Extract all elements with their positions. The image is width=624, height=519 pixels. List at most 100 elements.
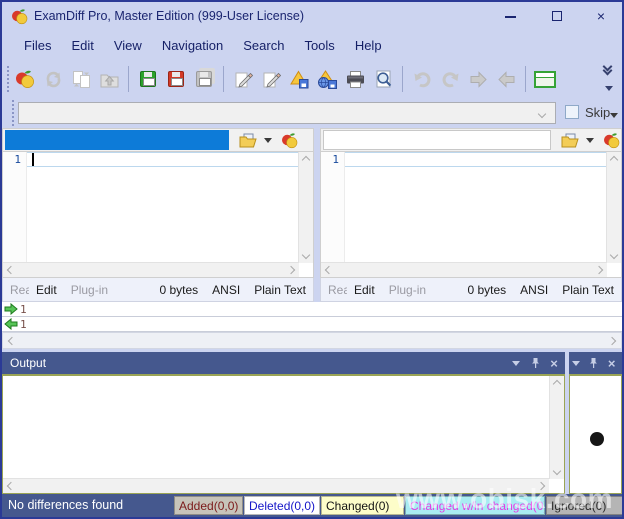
undo-icon[interactable]: [409, 65, 435, 93]
left-readonly-indicator[interactable]: Read: [3, 283, 29, 297]
menu-search[interactable]: Search: [233, 34, 294, 57]
skip-checkbox[interactable]: [565, 105, 579, 119]
right-plugin-indicator[interactable]: Plug-in: [382, 283, 433, 297]
menu-navigation[interactable]: Navigation: [152, 34, 233, 57]
redo-icon[interactable]: [437, 65, 463, 93]
right-encoding: ANSI: [513, 283, 555, 297]
right-recent-files-caret-icon[interactable]: [586, 138, 594, 143]
menu-files[interactable]: Files: [14, 34, 61, 57]
right-horizontal-scrollbar[interactable]: [321, 262, 607, 277]
edit-first-file-icon[interactable]: [230, 65, 256, 93]
combobox-dropdown-icon[interactable]: [538, 110, 546, 118]
inspector-horizontal-scrollbar[interactable]: [2, 332, 622, 349]
compare-bar-grip[interactable]: [12, 100, 16, 126]
right-current-line: [345, 152, 607, 167]
overview-position-dot: [590, 432, 604, 446]
skip-label: Skip: [585, 102, 610, 124]
left-vertical-scrollbar[interactable]: [298, 152, 313, 263]
menu-view[interactable]: View: [104, 34, 152, 57]
left-pane-header: [2, 128, 314, 152]
changed-count-badge: Changed(0): [321, 496, 404, 515]
menu-help[interactable]: Help: [345, 34, 392, 57]
copy-right-arrow-icon[interactable]: [4, 303, 18, 315]
inspector-left-line-number: 1: [20, 303, 27, 316]
print-icon[interactable]: [342, 65, 368, 93]
save-differences-as-html-icon[interactable]: [314, 65, 340, 93]
overview-content[interactable]: [569, 374, 622, 494]
output-horizontal-scrollbar[interactable]: [3, 478, 549, 493]
left-edit-indicator[interactable]: Edit: [29, 283, 64, 297]
overview-menu-caret-icon[interactable]: [569, 355, 584, 371]
inspector-right-line-number: 1: [20, 318, 27, 331]
title-bar[interactable]: ExamDiff Pro, Master Edition (999-User L…: [2, 2, 622, 30]
output-menu-caret-icon[interactable]: [508, 355, 524, 371]
deleted-count-badge: Deleted(0,0): [244, 496, 320, 515]
left-plugin-indicator[interactable]: Plug-in: [64, 283, 115, 297]
output-pin-icon[interactable]: [527, 355, 543, 371]
left-file-size: 0 bytes: [152, 283, 205, 297]
inspector-row-right-line[interactable]: 1: [2, 317, 622, 332]
save-both-files-icon[interactable]: [191, 65, 217, 93]
app-logo-icon: [11, 8, 28, 25]
show-file-comparison-icon[interactable]: [532, 65, 558, 93]
save-second-file-icon[interactable]: [163, 65, 189, 93]
compare-combobox[interactable]: [18, 102, 556, 124]
examdiff-window: ExamDiff Pro, Master Edition (999-User L…: [0, 0, 624, 519]
output-close-icon[interactable]: ×: [546, 355, 562, 371]
previous-difference-icon[interactable]: [493, 65, 519, 93]
right-open-file-icon[interactable]: [561, 133, 579, 148]
output-title-bar[interactable]: Output ×: [2, 352, 565, 374]
text-cursor: [32, 153, 34, 166]
left-pane-status-bar: Read Edit Plug-in 0 bytes ANSI Plain Tex…: [2, 278, 314, 302]
toolbar-options-caret-icon[interactable]: [605, 86, 613, 91]
overview-pin-icon[interactable]: [587, 355, 602, 371]
right-vertical-scrollbar[interactable]: [606, 152, 621, 263]
left-current-line: [27, 152, 299, 167]
right-readonly-indicator[interactable]: Read: [321, 283, 347, 297]
close-button[interactable]: ×: [588, 2, 614, 30]
right-syntax: Plain Text: [555, 283, 621, 297]
toolbar-overflow: [602, 62, 618, 96]
skip-options-caret-icon[interactable]: [610, 113, 618, 118]
right-compare-icon[interactable]: [603, 132, 620, 149]
left-horizontal-scrollbar[interactable]: [3, 262, 299, 277]
left-file-name-box[interactable]: [5, 130, 229, 150]
inspector-row-left-line[interactable]: 1: [2, 302, 622, 317]
open-files-icon[interactable]: [96, 65, 122, 93]
menu-tools[interactable]: Tools: [294, 34, 344, 57]
toolbar-separator: [525, 66, 526, 92]
swap-panes-icon[interactable]: [68, 65, 94, 93]
overview-panel: ×: [569, 352, 622, 494]
left-compare-icon[interactable]: [281, 132, 298, 149]
minimize-button[interactable]: [498, 2, 524, 30]
toolbar-grip[interactable]: [7, 66, 11, 92]
left-open-file-icon[interactable]: [239, 133, 257, 148]
overview-close-icon[interactable]: ×: [604, 355, 619, 371]
toolbar-overflow-chevron-icon[interactable]: [604, 66, 611, 74]
toolbar-separator: [223, 66, 224, 92]
menu-edit[interactable]: Edit: [61, 34, 103, 57]
output-vertical-scrollbar[interactable]: [549, 376, 564, 479]
edit-second-file-icon[interactable]: [258, 65, 284, 93]
overview-title-bar[interactable]: ×: [569, 352, 622, 374]
left-encoding: ANSI: [205, 283, 247, 297]
right-edit-indicator[interactable]: Edit: [347, 283, 382, 297]
save-differences-icon[interactable]: [286, 65, 312, 93]
right-editor[interactable]: 1: [320, 152, 622, 278]
next-difference-icon[interactable]: [465, 65, 491, 93]
left-syntax: Plain Text: [247, 283, 313, 297]
right-pane: 1 Read Edit Plug-in 0 bytes ANSI Plain T…: [320, 128, 622, 302]
output-content[interactable]: [2, 374, 565, 494]
left-editor[interactable]: 1: [2, 152, 314, 278]
refresh-icon[interactable]: [40, 65, 66, 93]
changed-within-changed-count-badge: Changed w/in changed(0): [405, 496, 545, 515]
left-recent-files-caret-icon[interactable]: [264, 138, 272, 143]
compare-files-icon[interactable]: [12, 65, 38, 93]
right-line-number: 1: [332, 153, 339, 166]
copy-left-arrow-icon[interactable]: [4, 318, 18, 330]
maximize-button[interactable]: [544, 2, 570, 30]
right-file-name-box[interactable]: [323, 130, 551, 150]
save-first-file-icon[interactable]: [135, 65, 161, 93]
toolbar-separator: [128, 66, 129, 92]
print-preview-icon[interactable]: [370, 65, 396, 93]
